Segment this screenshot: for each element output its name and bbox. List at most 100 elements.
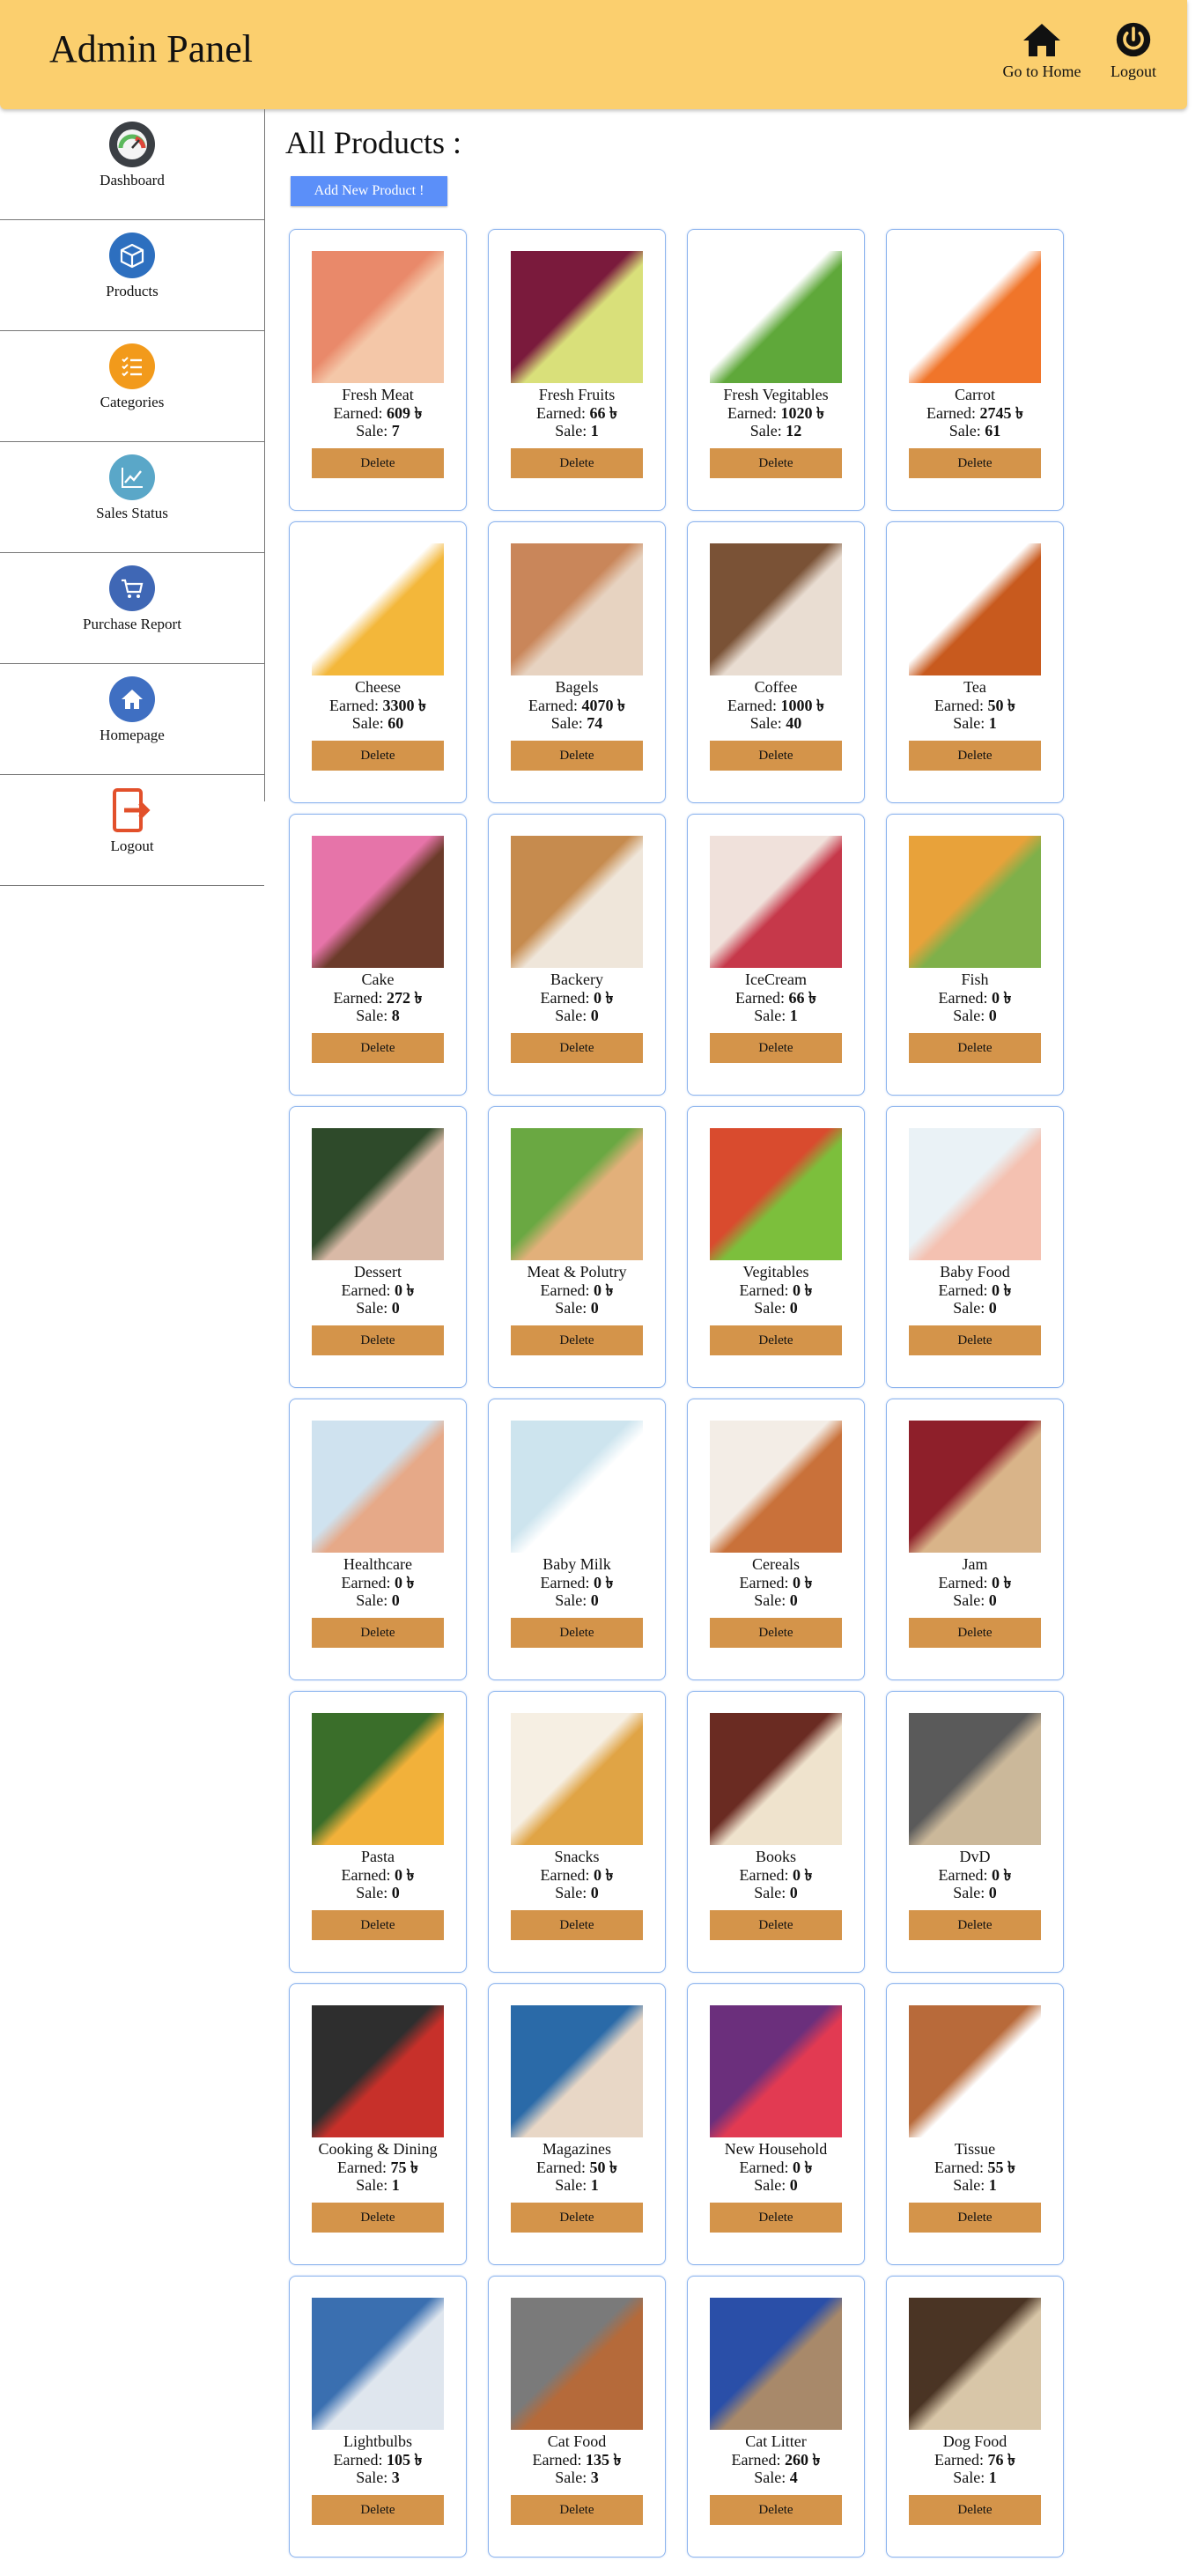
earned-label: Earned: xyxy=(333,404,383,422)
delete-button[interactable]: Delete xyxy=(511,2203,643,2233)
product-name: Baby Milk xyxy=(542,1555,611,1573)
product-sale: Sale: 1 xyxy=(489,2176,665,2194)
sidebar-item-homepage[interactable]: Homepage xyxy=(0,676,264,775)
delete-button[interactable]: Delete xyxy=(312,1618,444,1648)
delete-button[interactable]: Delete xyxy=(312,448,444,478)
earned-value: 50 xyxy=(987,697,1004,714)
product-earned: Earned: 260 ৳ xyxy=(688,2451,864,2469)
product-image xyxy=(511,543,643,675)
delete-button[interactable]: Delete xyxy=(511,1910,643,1940)
delete-button[interactable]: Delete xyxy=(909,741,1041,771)
product-card: Backery Earned: 0 ৳ Sale: 0 Delete xyxy=(488,814,666,1096)
product-card: Coffee Earned: 1000 ৳ Sale: 40 Delete xyxy=(687,521,865,803)
delete-button[interactable]: Delete xyxy=(312,2203,444,2233)
sidebar-item-label: Products xyxy=(106,283,159,299)
delete-button[interactable]: Delete xyxy=(710,1618,842,1648)
delete-button[interactable]: Delete xyxy=(511,448,643,478)
product-card: Magazines Earned: 50 ৳ Sale: 1 Delete xyxy=(488,1983,666,2265)
delete-button[interactable]: Delete xyxy=(909,2495,1041,2525)
delete-button[interactable]: Delete xyxy=(909,1033,1041,1063)
sidebar-item-label: Dashboard xyxy=(100,172,165,188)
product-card: Cake Earned: 272 ৳ Sale: 8 Delete xyxy=(289,814,467,1096)
sale-value: 4 xyxy=(789,2469,798,2486)
earned-label: Earned: xyxy=(934,697,984,714)
sale-value: 1 xyxy=(590,422,599,439)
earned-value: 0 xyxy=(395,1866,402,1884)
earned-label: Earned: xyxy=(739,1281,789,1299)
go-to-home-button[interactable]: Go to Home xyxy=(993,21,1090,81)
delete-button[interactable]: Delete xyxy=(909,1910,1041,1940)
earned-value: 272 xyxy=(387,989,410,1007)
sidebar-item-products[interactable]: Products xyxy=(0,233,264,331)
product-image xyxy=(909,2005,1041,2137)
top-header: Admin Panel Go to Home Logout xyxy=(0,0,1187,109)
delete-button[interactable]: Delete xyxy=(909,448,1041,478)
product-sale: Sale: 0 xyxy=(887,1007,1063,1024)
sidebar-item-purchase-report[interactable]: Purchase Report xyxy=(0,565,264,664)
sale-value: 0 xyxy=(988,1299,997,1317)
product-name: Dessert xyxy=(354,1263,402,1281)
product-card: Cooking & Dining Earned: 75 ৳ Sale: 1 Delet… xyxy=(289,1983,467,2265)
currency-symbol: ৳ xyxy=(816,404,824,422)
delete-button[interactable]: Delete xyxy=(312,1910,444,1940)
delete-button[interactable]: Delete xyxy=(312,741,444,771)
delete-button[interactable]: Delete xyxy=(909,1325,1041,1355)
sidebar-item-logout[interactable]: Logout xyxy=(0,787,264,886)
delete-button[interactable]: Delete xyxy=(511,1033,643,1063)
sale-value: 1 xyxy=(988,714,997,732)
product-name: Bagels xyxy=(555,678,599,696)
sidebar-item-categories[interactable]: Categories xyxy=(0,343,264,442)
delete-button[interactable]: Delete xyxy=(312,2495,444,2525)
product-earned: Earned: 50 ৳ xyxy=(489,2159,665,2176)
product-card: Books Earned: 0 ৳ Sale: 0 Delete xyxy=(687,1691,865,1973)
delete-button[interactable]: Delete xyxy=(710,1325,842,1355)
product-card: Snacks Earned: 0 ৳ Sale: 0 Delete xyxy=(488,1691,666,1973)
product-sale: Sale: 0 xyxy=(688,1884,864,1901)
sale-value: 8 xyxy=(391,1007,400,1024)
sale-label: Sale: xyxy=(356,1299,388,1317)
product-image xyxy=(909,1421,1041,1553)
earned-value: 66 xyxy=(589,404,606,422)
home-icon xyxy=(109,676,155,722)
delete-button[interactable]: Delete xyxy=(710,741,842,771)
sale-label: Sale: xyxy=(550,714,583,732)
sale-value: 12 xyxy=(786,422,802,439)
delete-button[interactable]: Delete xyxy=(710,2203,842,2233)
earned-label: Earned: xyxy=(934,2159,984,2176)
sidebar-item-dashboard[interactable]: Dashboard xyxy=(0,122,264,220)
delete-button[interactable]: Delete xyxy=(312,1325,444,1355)
product-earned: Earned: 105 ৳ xyxy=(290,2451,466,2469)
product-card: Dog Food Earned: 76 ৳ Sale: 1 Delete xyxy=(886,2276,1064,2558)
delete-button[interactable]: Delete xyxy=(511,1325,643,1355)
app-title: Admin Panel xyxy=(49,27,253,70)
delete-button[interactable]: Delete xyxy=(511,2495,643,2525)
delete-button[interactable]: Delete xyxy=(710,448,842,478)
delete-button[interactable]: Delete xyxy=(511,1618,643,1648)
product-name: Carrot xyxy=(955,386,995,403)
cart-icon xyxy=(109,565,155,611)
sidebar: Dashboard Products Categories Sales Stat… xyxy=(0,109,265,886)
add-new-product-button[interactable]: Add New Product ! xyxy=(291,176,447,206)
delete-button[interactable]: Delete xyxy=(909,2203,1041,2233)
product-name: Coffee xyxy=(754,678,798,696)
product-image xyxy=(511,2298,643,2430)
delete-button[interactable]: Delete xyxy=(511,741,643,771)
delete-button[interactable]: Delete xyxy=(909,1618,1041,1648)
earned-value: 2745 xyxy=(979,404,1012,422)
delete-button[interactable]: Delete xyxy=(710,1910,842,1940)
delete-button[interactable]: Delete xyxy=(710,1033,842,1063)
product-sale: Sale: 0 xyxy=(489,1884,665,1901)
earned-value: 0 xyxy=(395,1281,402,1299)
delete-button[interactable]: Delete xyxy=(710,2495,842,2525)
sidebar-item-sales-status[interactable]: Sales Status xyxy=(0,454,264,553)
product-name: Books xyxy=(755,1848,796,1865)
product-name: Tea xyxy=(963,678,986,696)
product-name: Healthcare xyxy=(343,1555,412,1573)
header-logout-button[interactable]: Logout xyxy=(1103,21,1164,81)
sale-value: 0 xyxy=(988,1884,997,1901)
sale-value: 1 xyxy=(391,2176,400,2194)
product-card: Cat Food Earned: 135 ৳ Sale: 3 Delete xyxy=(488,2276,666,2558)
product-card: Carrot Earned: 2745 ৳ Sale: 61 Delete xyxy=(886,229,1064,511)
product-card: Pasta Earned: 0 ৳ Sale: 0 Delete xyxy=(289,1691,467,1973)
delete-button[interactable]: Delete xyxy=(312,1033,444,1063)
